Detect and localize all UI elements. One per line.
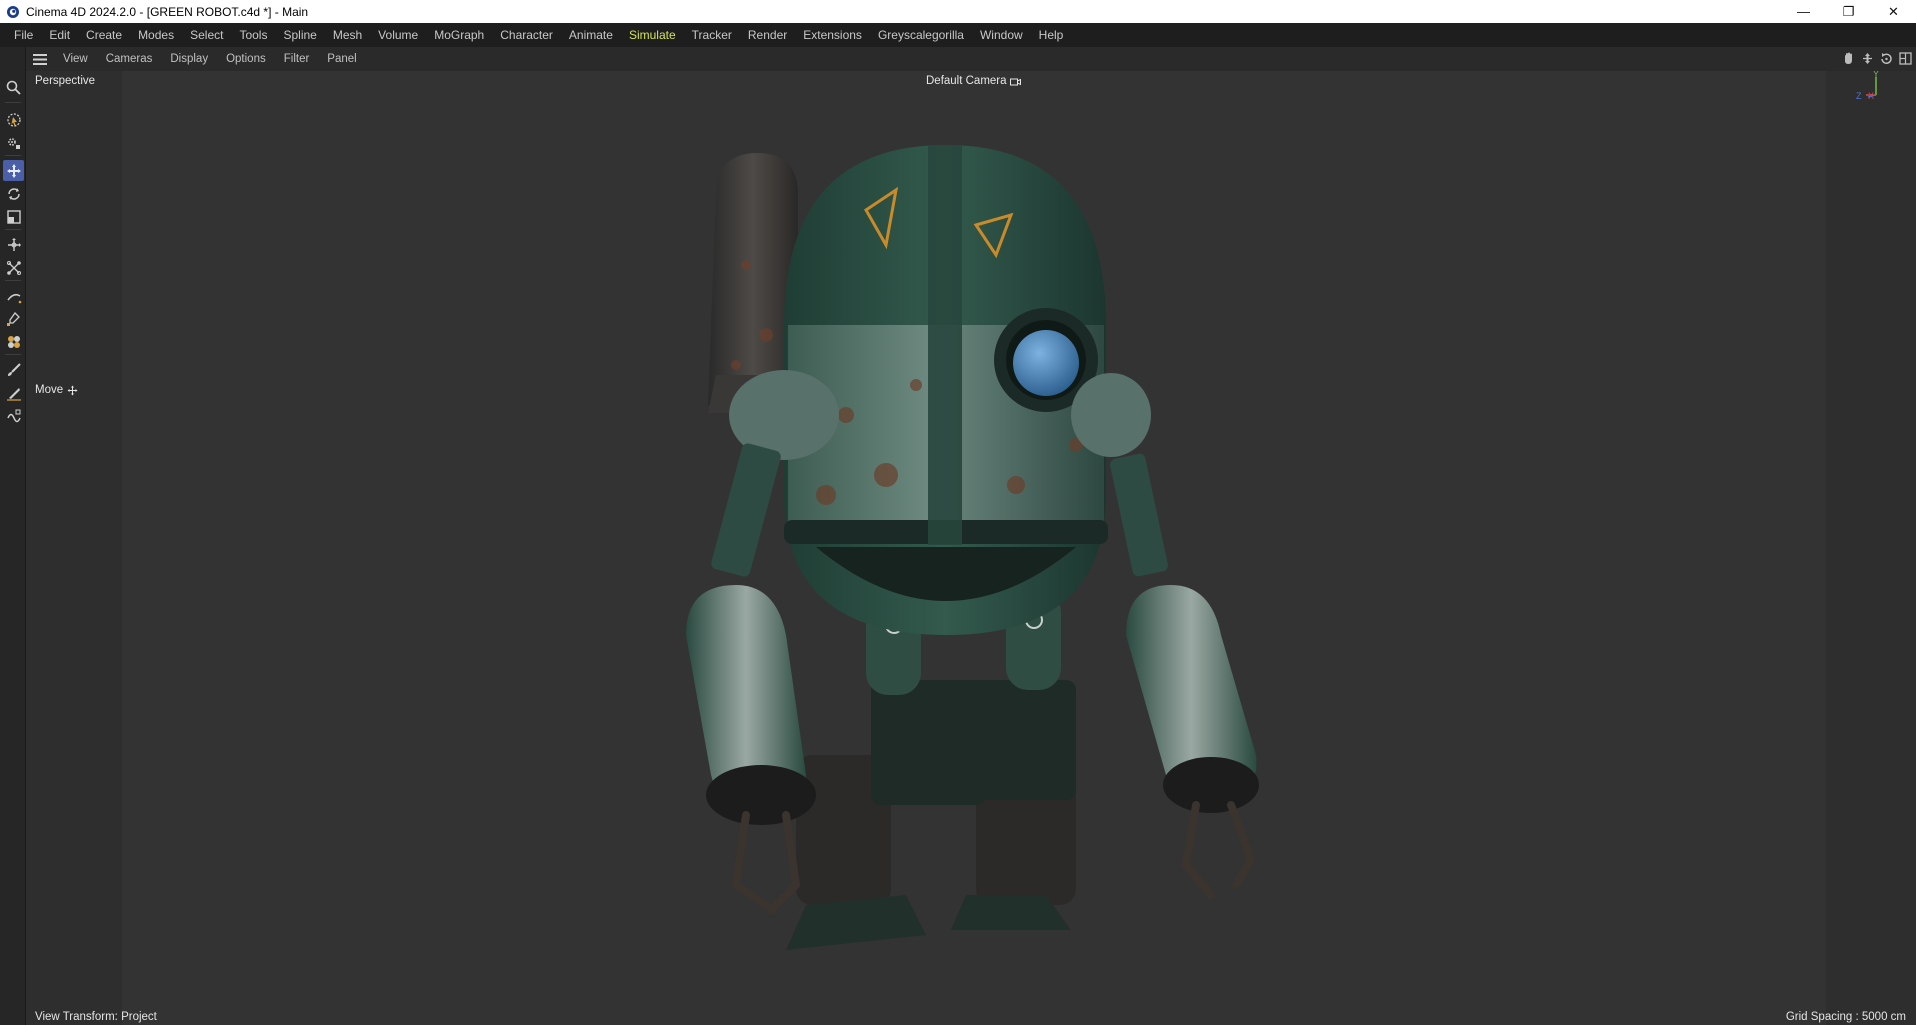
live-selection-icon[interactable] — [3, 109, 24, 130]
viewport-menu-cameras[interactable]: Cameras — [97, 47, 162, 71]
viewport-menu-panel[interactable]: Panel — [318, 47, 365, 71]
menu-select[interactable]: Select — [182, 23, 231, 47]
grid-spacing-label: Grid Spacing : 5000 cm — [1785, 1011, 1906, 1023]
spline-paint-icon[interactable] — [3, 308, 24, 329]
menu-animate[interactable]: Animate — [561, 23, 621, 47]
camera-selector[interactable]: Default Camera — [926, 75, 1021, 87]
transfer-icon[interactable] — [3, 234, 24, 255]
menu-mograph[interactable]: MoGraph — [426, 23, 492, 47]
pan-icon[interactable] — [1841, 51, 1855, 65]
viewport-hamburger-icon[interactable] — [26, 47, 54, 71]
main-menubar: File Edit Create Modes Select Tools Spli… — [0, 23, 1916, 47]
menu-volume[interactable]: Volume — [370, 23, 426, 47]
projection-label[interactable]: Perspective — [35, 75, 95, 87]
menu-extensions[interactable]: Extensions — [795, 23, 870, 47]
snap-icon[interactable] — [3, 257, 24, 278]
window-titlebar: Cinema 4D 2024.2.0 - [GREEN ROBOT.c4d *]… — [0, 0, 1916, 23]
active-tool-hud: Move — [35, 384, 78, 396]
spline-pen-icon[interactable] — [3, 285, 24, 306]
move-tool-icon[interactable] — [3, 160, 24, 181]
menu-render[interactable]: Render — [740, 23, 795, 47]
menu-tracker[interactable]: Tracker — [684, 23, 740, 47]
knife-icon[interactable] — [3, 382, 24, 403]
rotate-tool-icon[interactable] — [3, 183, 24, 204]
menu-mesh[interactable]: Mesh — [325, 23, 370, 47]
menu-create[interactable]: Create — [78, 23, 130, 47]
sculpt-icon[interactable] — [3, 331, 24, 352]
view-transform-label: View Transform: Project — [35, 1011, 157, 1023]
svg-text:Y: Y — [1873, 71, 1879, 79]
maximize-button[interactable]: ❐ — [1826, 0, 1871, 23]
robot-model[interactable] — [666, 115, 1326, 995]
menu-file[interactable]: File — [6, 23, 41, 47]
viewport-menu-options[interactable]: Options — [217, 47, 275, 71]
menu-help[interactable]: Help — [1031, 23, 1072, 47]
viewport-menu-display[interactable]: Display — [161, 47, 217, 71]
menu-tools[interactable]: Tools — [231, 23, 275, 47]
scale-tool-icon[interactable] — [3, 206, 24, 227]
viewport-menu-view[interactable]: View — [54, 47, 97, 71]
settings-tool-icon[interactable] — [3, 132, 24, 153]
window-title: Cinema 4D 2024.2.0 - [GREEN ROBOT.c4d *]… — [26, 4, 309, 19]
3d-viewport[interactable]: Perspective Default Camera Move View Tra… — [26, 71, 1916, 1025]
tool-palette — [0, 47, 26, 1025]
menu-character[interactable]: Character — [492, 23, 561, 47]
menu-window[interactable]: Window — [972, 23, 1031, 47]
menu-greyscalegorilla[interactable]: Greyscalegorilla — [870, 23, 972, 47]
move-hud-icon — [67, 385, 78, 395]
cinema4d-logo-icon — [7, 5, 19, 18]
menu-simulate[interactable]: Simulate — [621, 23, 684, 47]
menu-edit[interactable]: Edit — [41, 23, 78, 47]
camera-icon — [1009, 78, 1021, 85]
camera-label: Default Camera — [926, 75, 1007, 87]
weld-icon[interactable] — [3, 405, 24, 426]
minimize-button[interactable]: — — [1781, 0, 1826, 23]
brush-icon[interactable] — [3, 359, 24, 380]
active-tool-label: Move — [35, 384, 64, 396]
rotate-icon[interactable] — [1879, 51, 1893, 65]
close-button[interactable]: ✕ — [1871, 0, 1916, 23]
menu-spline[interactable]: Spline — [275, 23, 324, 47]
menu-modes[interactable]: Modes — [130, 23, 182, 47]
viewport-menu-filter[interactable]: Filter — [275, 47, 319, 71]
maximize-viewport-icon[interactable] — [1898, 51, 1912, 65]
axis-gizmo-icon: Y X Z — [1856, 71, 1879, 101]
svg-text:Z: Z — [1856, 91, 1862, 101]
dolly-icon[interactable] — [1860, 51, 1874, 65]
viewport-menubar: View Cameras Display Options Filter Pane… — [26, 47, 1916, 71]
search-icon[interactable] — [3, 77, 24, 98]
